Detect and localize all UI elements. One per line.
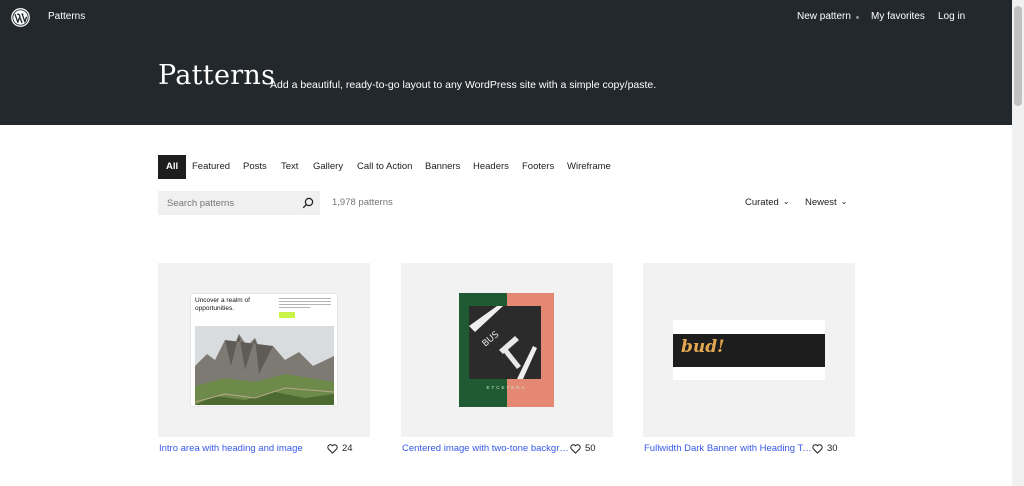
pattern-count: 1,978 patterns (332, 197, 393, 208)
search-box (158, 191, 320, 215)
new-pattern-link[interactable]: New pattern (797, 11, 851, 22)
chevron-down-icon: ⌄ (782, 197, 790, 206)
tab-call-to-action[interactable]: Call to Action (357, 155, 412, 179)
heart-icon[interactable] (327, 444, 338, 454)
log-in-link[interactable]: Log in (938, 11, 965, 22)
pattern-title-link[interactable]: Centered image with two-tone backgro... (402, 443, 572, 454)
preview-banner-heading: bud! (681, 337, 725, 357)
preview-button (279, 312, 295, 318)
search-input[interactable] (158, 191, 298, 215)
curation-select-label: Curated (745, 197, 779, 208)
tab-featured[interactable]: Featured (192, 155, 230, 179)
preview-heading: Uncover a realm of opportunities. (195, 297, 250, 312)
preview-paragraph (279, 298, 331, 310)
heart-icon[interactable] (812, 444, 823, 454)
page-title: Patterns (158, 60, 276, 91)
chevron-down-icon: ⌄ (840, 197, 848, 206)
curation-select[interactable]: Curated ⌄ (745, 197, 790, 208)
like-count[interactable]: 24 (327, 443, 353, 454)
tab-footers[interactable]: Footers (522, 155, 554, 179)
my-favorites-link[interactable]: My favorites (871, 11, 925, 22)
like-count[interactable]: 30 (812, 443, 838, 454)
preview-dark-banner: bud! (673, 320, 825, 380)
pattern-title-link[interactable]: Intro area with heading and image (159, 443, 329, 454)
page-description: Add a beautiful, ready-to-go layout to a… (270, 79, 657, 91)
top-nav: New pattern My favorites Log in (0, 11, 1012, 25)
nav-separator-dot (856, 16, 859, 19)
preview-two-tone: BUS ETCETERA (459, 293, 554, 407)
pattern-title-link[interactable]: Fullwidth Dark Banner with Heading To... (644, 443, 814, 454)
order-select[interactable]: Newest ⌄ (805, 197, 847, 208)
order-select-label: Newest (805, 197, 837, 208)
site-header: Patterns New pattern My favorites Log in… (0, 0, 1012, 125)
like-count[interactable]: 50 (570, 443, 596, 454)
pattern-preview[interactable]: BUS ETCETERA (401, 263, 613, 437)
preview-caption: ETCETERA (486, 385, 527, 390)
like-count-value: 24 (342, 443, 353, 454)
page-scrollbar[interactable] (1012, 0, 1024, 486)
tab-banners[interactable]: Banners (425, 155, 460, 179)
tab-headers[interactable]: Headers (473, 155, 509, 179)
pattern-preview[interactable]: bud! (643, 263, 855, 437)
scrollbar-thumb[interactable] (1014, 6, 1022, 106)
tab-wireframe[interactable]: Wireframe (567, 155, 611, 179)
tab-all[interactable]: All (158, 155, 187, 179)
road-image: BUS (469, 306, 541, 379)
like-count-value: 30 (827, 443, 838, 454)
search-icon[interactable] (302, 197, 314, 209)
tab-text[interactable]: Text (281, 155, 298, 179)
pattern-preview[interactable]: Uncover a realm of opportunities. (158, 263, 370, 437)
preview-intro-area: Uncover a realm of opportunities. (190, 293, 338, 407)
tab-posts[interactable]: Posts (243, 155, 267, 179)
heart-icon[interactable] (570, 444, 581, 454)
like-count-value: 50 (585, 443, 596, 454)
tab-gallery[interactable]: Gallery (313, 155, 343, 179)
mountain-image (195, 326, 334, 405)
preview-banner: bud! (673, 334, 825, 367)
